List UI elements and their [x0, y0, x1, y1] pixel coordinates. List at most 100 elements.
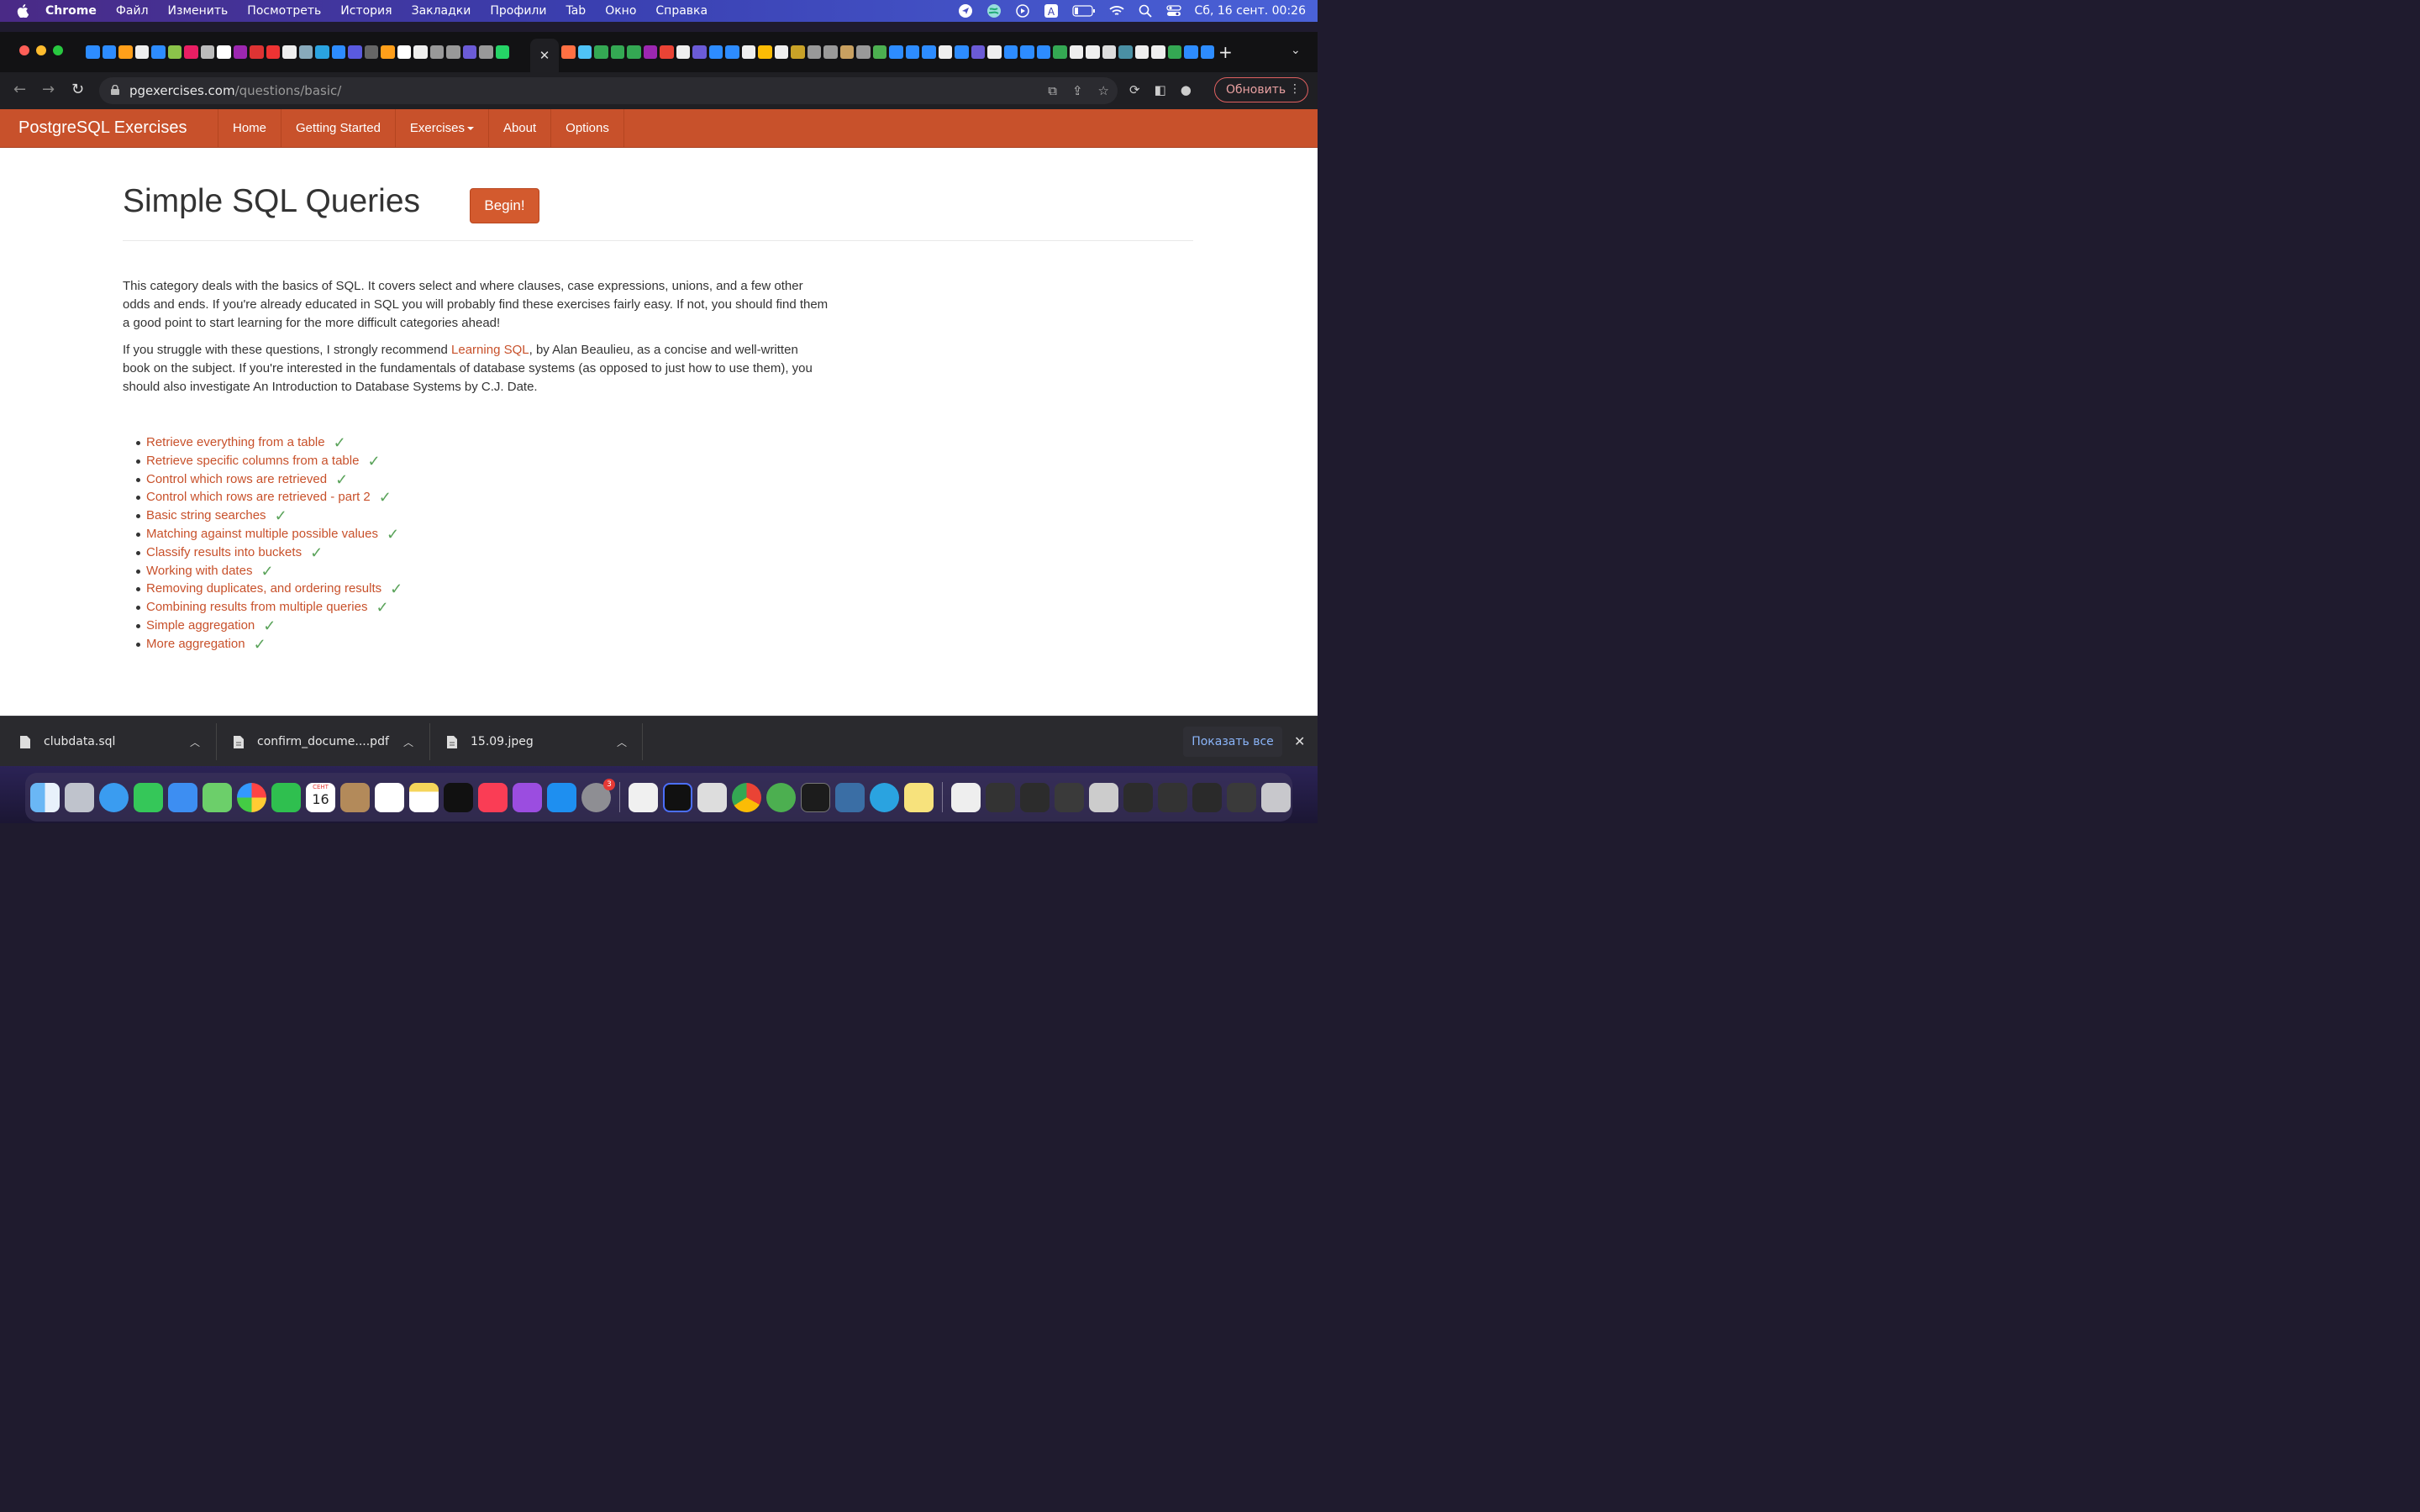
tab-favicon-icon[interactable] — [200, 45, 214, 59]
trash-icon[interactable] — [1261, 782, 1291, 812]
finder-icon[interactable] — [30, 782, 60, 812]
exercise-link[interactable]: Simple aggregation — [146, 618, 255, 633]
tab-favicon-icon[interactable] — [250, 45, 264, 59]
tab-favicon-icon[interactable] — [955, 45, 969, 59]
window-thumbnail[interactable] — [986, 782, 1015, 812]
menu-history[interactable]: История — [340, 4, 392, 18]
notes-icon[interactable] — [409, 782, 439, 812]
chevron-up-icon[interactable]: ︿ — [617, 735, 627, 749]
forward-arrow-icon[interactable]: → — [42, 81, 55, 98]
menu-tab[interactable]: Tab — [566, 4, 586, 18]
tab-favicon-icon[interactable] — [331, 45, 345, 59]
control-center-icon[interactable] — [1165, 4, 1181, 18]
tab-favicon-icon[interactable] — [708, 45, 723, 59]
tab-favicon-icon[interactable] — [381, 45, 395, 59]
system-settings-icon[interactable]: 3 — [581, 778, 615, 812]
tab-favicon-icon[interactable] — [118, 45, 133, 59]
chrome-icon[interactable] — [732, 782, 761, 812]
tab-favicon-icon[interactable] — [594, 45, 608, 59]
tab-favicon-icon[interactable] — [413, 45, 428, 59]
lock-icon[interactable] — [111, 85, 119, 95]
reminders-icon[interactable] — [375, 782, 404, 812]
battery-icon[interactable] — [1071, 4, 1096, 18]
tab-favicon-icon[interactable] — [495, 45, 509, 59]
window-thumbnail[interactable] — [1089, 782, 1118, 812]
profile-avatar-icon[interactable]: ● — [1181, 82, 1192, 97]
tab-favicon-icon[interactable] — [298, 45, 313, 59]
postgres-icon[interactable] — [835, 782, 865, 812]
tab-favicon-icon[interactable] — [872, 45, 886, 59]
tab-favicon-icon[interactable] — [791, 45, 805, 59]
pgadmin-icon[interactable] — [766, 782, 796, 812]
apple-icon[interactable] — [17, 4, 29, 18]
tab-favicon-icon[interactable] — [741, 45, 755, 59]
url-text[interactable]: pgexercises.com/questions/basic/ — [129, 83, 341, 98]
tab-favicon-icon[interactable] — [758, 45, 772, 59]
tab-favicon-icon[interactable] — [429, 45, 444, 59]
tab-favicon-icon[interactable] — [905, 45, 919, 59]
download-item[interactable]: confirm_docume....pdf ︿ — [234, 717, 418, 767]
window-thumbnail[interactable] — [1123, 782, 1153, 812]
launchpad-icon[interactable] — [65, 782, 94, 812]
tab-favicon-icon[interactable] — [1167, 45, 1181, 59]
mail-icon[interactable] — [168, 782, 197, 812]
menu-bookmarks[interactable]: Закладки — [412, 4, 471, 18]
globe-icon[interactable] — [986, 4, 1002, 18]
extension-icon[interactable]: ⟳ — [1129, 82, 1140, 97]
preview-icon[interactable] — [697, 782, 727, 812]
tab-favicon-icon[interactable] — [1184, 45, 1198, 59]
menu-window[interactable]: Окно — [605, 4, 636, 18]
tab-favicon-icon[interactable] — [134, 45, 149, 59]
close-downloads-icon[interactable]: ✕ — [1294, 733, 1305, 749]
tab-favicon-icon[interactable] — [217, 45, 231, 59]
menu-view[interactable]: Посмотреть — [247, 4, 321, 18]
tab-favicon-icon[interactable] — [364, 45, 378, 59]
tab-favicon-icon[interactable] — [922, 45, 936, 59]
tab-favicon-icon[interactable] — [282, 45, 297, 59]
exercise-link[interactable]: Combining results from multiple queries — [146, 600, 367, 614]
tab-favicon-icon[interactable] — [86, 45, 100, 59]
wifi-icon[interactable] — [1108, 4, 1124, 18]
nav-about[interactable]: About — [487, 109, 550, 147]
tab-favicon-icon[interactable] — [315, 45, 329, 59]
document-icon[interactable] — [951, 782, 981, 812]
tab-favicon-icon[interactable] — [987, 45, 1002, 59]
tab-favicon-icon[interactable] — [102, 45, 116, 59]
tab-favicon-icon[interactable] — [1151, 45, 1165, 59]
photos-icon[interactable] — [237, 782, 266, 812]
exercise-link[interactable]: Retrieve everything from a table — [146, 435, 325, 449]
tab-favicon-icon[interactable] — [1036, 45, 1050, 59]
tab-favicon-icon[interactable] — [627, 45, 641, 59]
exercise-link[interactable]: Control which rows are retrieved - part … — [146, 490, 371, 504]
window-thumbnail[interactable] — [1020, 782, 1050, 812]
exercise-link[interactable]: Removing duplicates, and ordering result… — [146, 581, 381, 596]
tab-favicon-icon[interactable] — [1003, 45, 1018, 59]
tab-favicon-icon[interactable] — [462, 45, 476, 59]
learning-sql-link[interactable]: Learning SQL — [451, 343, 529, 357]
maps-icon[interactable] — [203, 782, 232, 812]
tab-search-chevron-icon[interactable]: ⌄ — [1291, 44, 1301, 57]
tab-favicon-icon[interactable] — [1086, 45, 1100, 59]
window-thumbnail[interactable] — [1227, 782, 1256, 812]
download-item[interactable]: clubdata.sql ︿ — [20, 717, 205, 767]
bookmark-star-icon[interactable]: ☆ — [1098, 83, 1109, 98]
window-thumbnail[interactable] — [1192, 782, 1222, 812]
side-panel-icon[interactable]: ◧ — [1155, 82, 1166, 97]
exercise-link[interactable]: Retrieve specific columns from a table — [146, 454, 359, 468]
exercise-link[interactable]: More aggregation — [146, 637, 245, 651]
window-thumbnail[interactable] — [1158, 782, 1187, 812]
app-store-icon[interactable] — [547, 782, 576, 812]
tab-favicon-icon[interactable] — [561, 45, 576, 59]
telegram-icon[interactable] — [870, 782, 899, 812]
update-button[interactable]: Обновить ⋮ — [1214, 77, 1308, 102]
tab-favicon-icon[interactable] — [856, 45, 871, 59]
chevron-up-icon[interactable]: ︿ — [403, 735, 413, 749]
new-tab-button[interactable]: + — [1218, 42, 1233, 62]
tab-favicon-icon[interactable] — [1020, 45, 1034, 59]
begin-button[interactable]: Begin! — [470, 188, 539, 223]
apple-tv-icon[interactable] — [444, 782, 473, 812]
play-icon[interactable] — [1015, 4, 1030, 18]
exercise-link[interactable]: Matching against multiple possible value… — [146, 527, 378, 541]
tab-close-icon[interactable]: ✕ — [539, 48, 550, 63]
menu-app-name[interactable]: Chrome — [45, 4, 97, 18]
